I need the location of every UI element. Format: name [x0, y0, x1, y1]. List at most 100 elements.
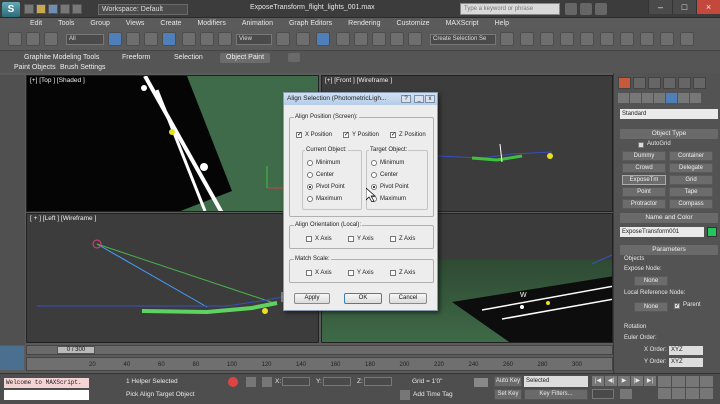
set-key-button[interactable]: Set Key — [494, 389, 522, 400]
maxscript-listener[interactable]: Welcome to MAXScript. — [4, 378, 89, 388]
save-file-icon[interactable] — [48, 4, 58, 14]
delegate-button[interactable]: Delegate — [669, 163, 713, 173]
percent-snap-icon[interactable] — [354, 32, 368, 46]
protractor-button[interactable]: Protractor — [622, 199, 666, 209]
rectangular-selection-icon[interactable] — [144, 32, 158, 46]
select-manipulate-icon[interactable] — [296, 32, 310, 46]
minimize-button[interactable]: – — [648, 0, 672, 14]
point-button[interactable]: Point — [622, 187, 666, 197]
undo-icon[interactable] — [60, 4, 70, 14]
scale-x-axis-checkbox[interactable] — [306, 270, 312, 276]
open-file-icon[interactable] — [36, 4, 46, 14]
maximize-viewport-icon[interactable] — [700, 388, 713, 399]
pan-icon[interactable] — [672, 388, 685, 399]
menu-edit[interactable]: Edit — [22, 18, 50, 29]
link-icon[interactable] — [44, 32, 58, 46]
dummy-button[interactable]: Dummy — [622, 151, 666, 161]
menu-tools[interactable]: Tools — [50, 18, 82, 29]
z-position-checkbox[interactable]: ✓ — [390, 132, 396, 138]
named-selection-dropdown[interactable]: Create Selection Se — [430, 34, 496, 45]
viewport-top-label[interactable]: [+] [Top ] [Shaded ] — [30, 77, 85, 84]
spinner-snap-icon[interactable] — [372, 32, 386, 46]
snap-toggle-icon[interactable] — [316, 32, 330, 46]
key-selection-dropdown[interactable]: Selected — [524, 376, 588, 387]
utilities-tab-icon[interactable] — [693, 77, 706, 89]
z-coordinate-field[interactable] — [364, 377, 392, 386]
ribbon-tab-freeform[interactable]: Freeform — [116, 53, 156, 63]
target-minimum-radio[interactable] — [371, 160, 377, 166]
menu-graph-editors[interactable]: Graph Editors — [281, 18, 340, 29]
container-button[interactable]: Container — [669, 151, 713, 161]
rotate-icon[interactable] — [200, 32, 214, 46]
new-file-icon[interactable] — [24, 4, 34, 14]
play-icon[interactable]: ▶ — [618, 376, 630, 386]
orbit-icon[interactable] — [686, 388, 699, 399]
x-position-checkbox[interactable]: ✓ — [296, 132, 302, 138]
cancel-button[interactable]: Cancel — [389, 293, 427, 304]
time-config-icon[interactable] — [620, 389, 632, 399]
orient-y-axis-checkbox[interactable] — [348, 236, 354, 242]
layer-manager-icon[interactable] — [520, 32, 534, 46]
ribbon-tab-graphite[interactable]: Graphite Modeling Tools — [18, 53, 105, 63]
x-order-dropdown[interactable]: XYZ — [669, 346, 703, 355]
ok-button[interactable]: OK — [344, 293, 382, 304]
absolute-mode-icon[interactable] — [262, 377, 272, 387]
exposetm-button[interactable]: ExposeTm — [622, 175, 666, 185]
previous-frame-icon[interactable]: ◀| — [605, 376, 617, 386]
viewport-front-label[interactable]: [+] [Front ] [Wireframe ] — [325, 77, 392, 84]
select-by-name-icon[interactable] — [126, 32, 140, 46]
pivot-center-icon[interactable] — [276, 32, 290, 46]
mini-curve-editor-icon[interactable] — [0, 346, 24, 370]
redo-icon[interactable] — [72, 4, 82, 14]
selection-lock-icon[interactable] — [246, 377, 256, 387]
current-minimum-radio[interactable] — [307, 160, 313, 166]
modify-tab-icon[interactable] — [633, 77, 646, 89]
reference-coordinate-dropdown[interactable]: View — [236, 34, 272, 45]
close-button[interactable]: × — [696, 0, 720, 14]
star-icon[interactable] — [580, 3, 592, 15]
menu-group[interactable]: Group — [82, 18, 117, 29]
zoom-extents-icon[interactable] — [686, 376, 699, 387]
menu-create[interactable]: Create — [152, 18, 189, 29]
material-editor-icon[interactable] — [600, 32, 614, 46]
cameras-icon[interactable] — [654, 93, 665, 103]
time-slider-thumb[interactable]: 0 / 300 — [57, 346, 95, 354]
current-maximum-radio[interactable] — [307, 196, 313, 202]
field-of-view-icon[interactable] — [658, 388, 671, 399]
scale-z-axis-checkbox[interactable] — [390, 270, 396, 276]
viewport-top[interactable]: [+] [Top ] [Shaded ] — [26, 75, 319, 212]
geometry-icon[interactable] — [618, 93, 629, 103]
next-frame-icon[interactable]: |▶ — [631, 376, 643, 386]
binoculars-icon[interactable] — [565, 3, 577, 15]
helper-category-dropdown[interactable]: Standard — [620, 109, 718, 119]
search-input[interactable]: Type a keyword or phrase — [460, 3, 560, 15]
graphite-toggle-icon[interactable] — [540, 32, 554, 46]
ribbon-subtab-brush-settings[interactable]: Brush Settings — [54, 63, 112, 73]
y-coordinate-field[interactable] — [323, 377, 351, 386]
mirror-icon[interactable] — [408, 32, 422, 46]
tape-button[interactable]: Tape — [669, 187, 713, 197]
menu-maxscript[interactable]: MAXScript — [438, 18, 487, 29]
menu-help[interactable]: Help — [487, 18, 517, 29]
space-warps-icon[interactable] — [678, 93, 689, 103]
ribbon-options-icon[interactable] — [288, 53, 300, 62]
current-center-radio[interactable] — [307, 172, 313, 178]
compass-button[interactable]: Compass — [669, 199, 713, 209]
crowd-button[interactable]: Crowd — [622, 163, 666, 173]
parent-checkbox[interactable]: ✓ — [674, 303, 680, 309]
zoom-all-icon[interactable] — [672, 376, 685, 387]
parameters-rollout[interactable]: Parameters — [620, 245, 718, 255]
app-logo-icon[interactable]: S — [2, 2, 20, 17]
helpers-icon[interactable] — [666, 93, 677, 103]
zoom-extents-all-icon[interactable] — [700, 376, 713, 387]
render-production-icon[interactable] — [660, 32, 674, 46]
x-coordinate-field[interactable] — [282, 377, 310, 386]
orient-x-axis-checkbox[interactable] — [306, 236, 312, 242]
selection-filter-dropdown[interactable]: All — [66, 34, 104, 45]
scale-y-axis-checkbox[interactable] — [348, 270, 354, 276]
lights-icon[interactable] — [642, 93, 653, 103]
name-and-color-rollout[interactable]: Name and Color — [620, 213, 718, 223]
object-type-rollout[interactable]: Object Type — [620, 129, 718, 139]
systems-icon[interactable] — [690, 93, 701, 103]
rendered-frame-window-icon[interactable] — [640, 32, 654, 46]
